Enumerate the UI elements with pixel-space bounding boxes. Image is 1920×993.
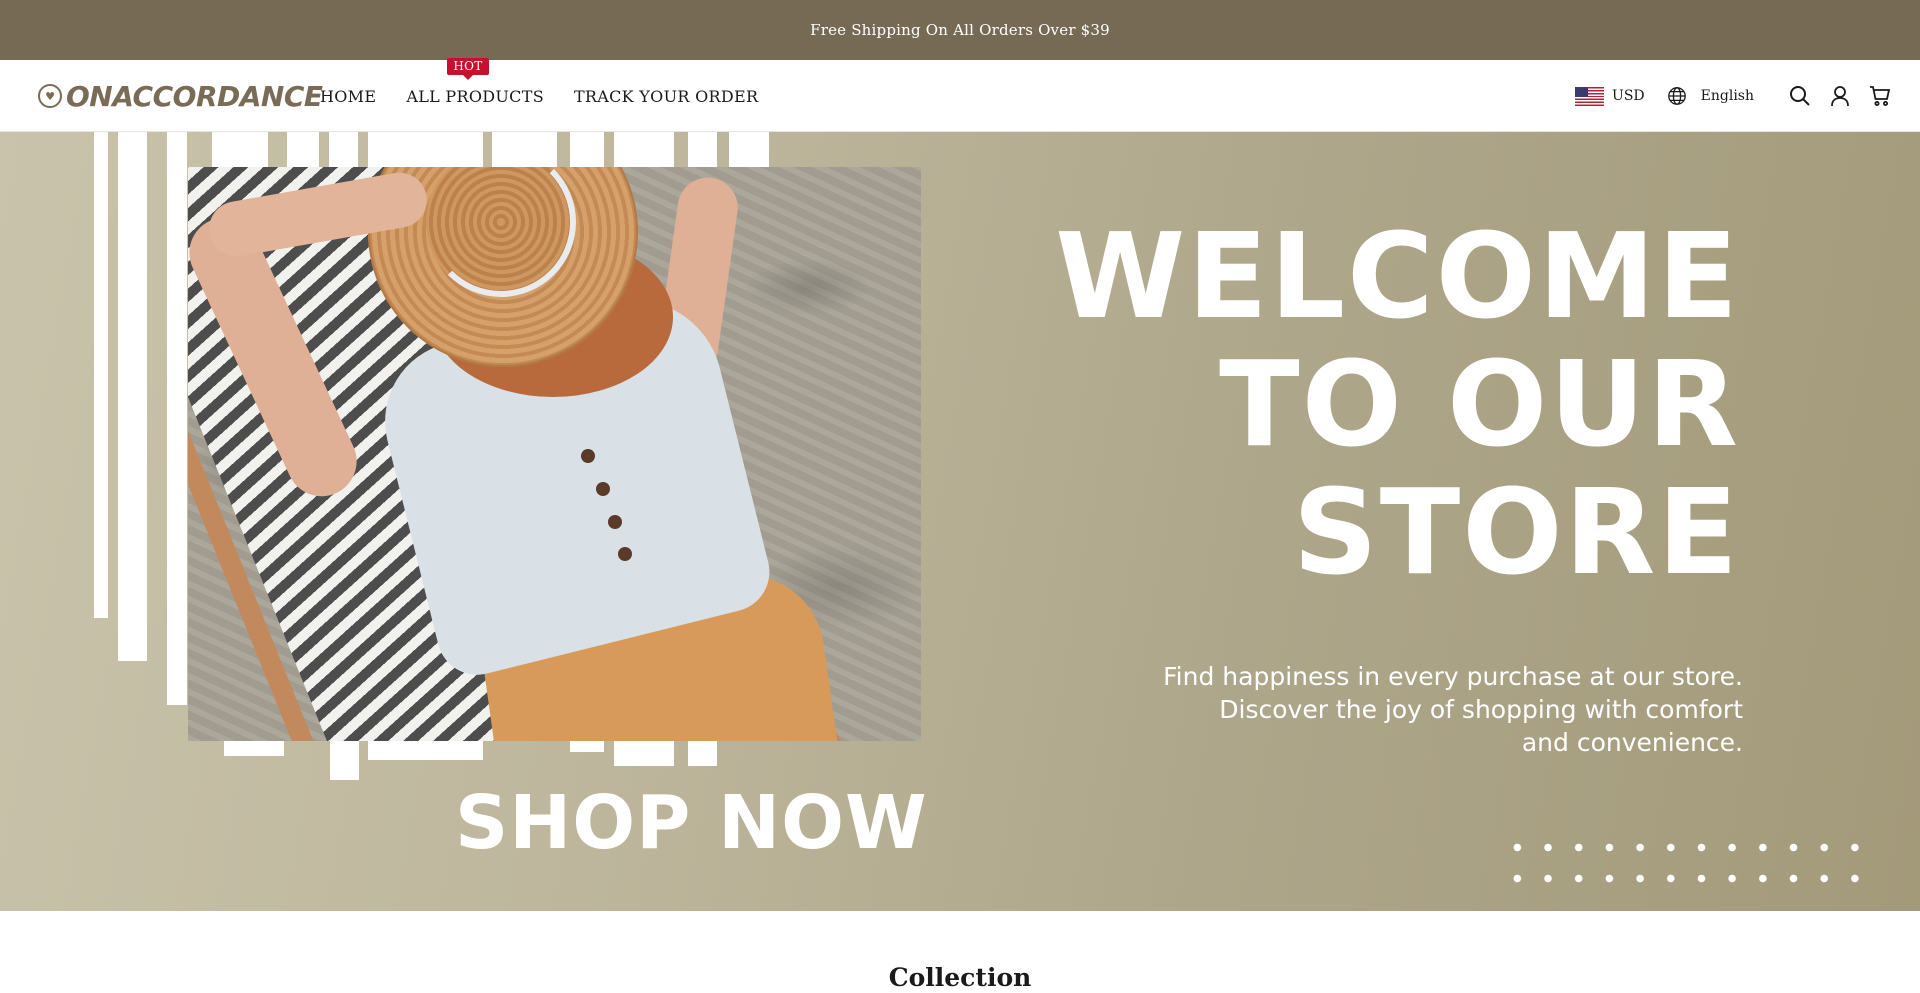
nav-home[interactable]: HOME: [320, 87, 376, 106]
announcement-bar: Free Shipping On All Orders Over $39: [0, 0, 1920, 60]
language-selector[interactable]: English: [1667, 86, 1754, 106]
hero-tagline: Find happiness in every purchase at our …: [1123, 660, 1743, 759]
currency-label: USD: [1612, 88, 1645, 104]
language-label: English: [1700, 88, 1754, 104]
nav-all-products[interactable]: ALL PRODUCTS HOT: [406, 57, 544, 106]
main-nav: HOME ALL PRODUCTS HOT TRACK YOUR ORDER: [320, 57, 788, 132]
hero-stripe: [688, 132, 717, 168]
dot-pattern: [1502, 832, 1862, 902]
hero-headline-line: TO OUR: [1219, 335, 1740, 473]
collection-title: Collection: [888, 963, 1032, 992]
shop-now-button[interactable]: SHOP NOW: [455, 780, 928, 866]
hero-stripe: [94, 132, 108, 618]
hero-stripe: [729, 132, 769, 168]
hero-headline-line: STORE: [1292, 463, 1740, 601]
hero-banner[interactable]: WELCOME TO OUR STORE Find happiness in e…: [0, 132, 1920, 911]
site-header: ♥ ONACCORDANCE HOME ALL PRODUCTS HOT TRA…: [0, 57, 1920, 132]
hot-badge: HOT: [447, 57, 489, 80]
cart-icon[interactable]: [1868, 84, 1892, 108]
hero-stripe: [570, 132, 604, 168]
currency-selector[interactable]: USD: [1575, 86, 1645, 106]
hero-stripe: [330, 736, 359, 780]
hero-photo: [188, 167, 921, 741]
hero-stripe: [614, 132, 674, 168]
hero-tagline-line: Discover the joy of shopping with comfor…: [1219, 695, 1743, 724]
hero-stripe: [224, 132, 268, 168]
hero-stripe: [167, 132, 187, 705]
account-icon[interactable]: [1828, 84, 1852, 108]
announcement-text: Free Shipping On All Orders Over $39: [810, 21, 1110, 39]
logo-mark-icon: ♥: [38, 84, 62, 108]
header-actions: USD English: [1575, 60, 1892, 132]
hero-tagline-line: and convenience.: [1521, 728, 1743, 757]
nav-all-products-label: ALL PRODUCTS: [406, 86, 544, 106]
hero-stripe: [492, 132, 557, 168]
hero-headline: WELCOME TO OUR STORE: [980, 212, 1740, 596]
logo-text: ONACCORDANCE: [66, 79, 323, 113]
search-icon[interactable]: [1788, 84, 1812, 108]
globe-icon: [1667, 87, 1686, 105]
hero-headline-line: WELCOME: [1055, 207, 1740, 345]
hero-tagline-line: Find happiness in every purchase at our …: [1163, 662, 1743, 691]
nav-track-order[interactable]: TRACK YOUR ORDER: [574, 87, 758, 106]
hero-stripe: [287, 132, 319, 168]
hero-stripe: [329, 132, 358, 168]
hero-stripe: [118, 132, 147, 661]
logo[interactable]: ♥ ONACCORDANCE: [38, 79, 323, 113]
hero-stripe: [368, 132, 483, 168]
us-flag-icon: [1575, 86, 1605, 106]
